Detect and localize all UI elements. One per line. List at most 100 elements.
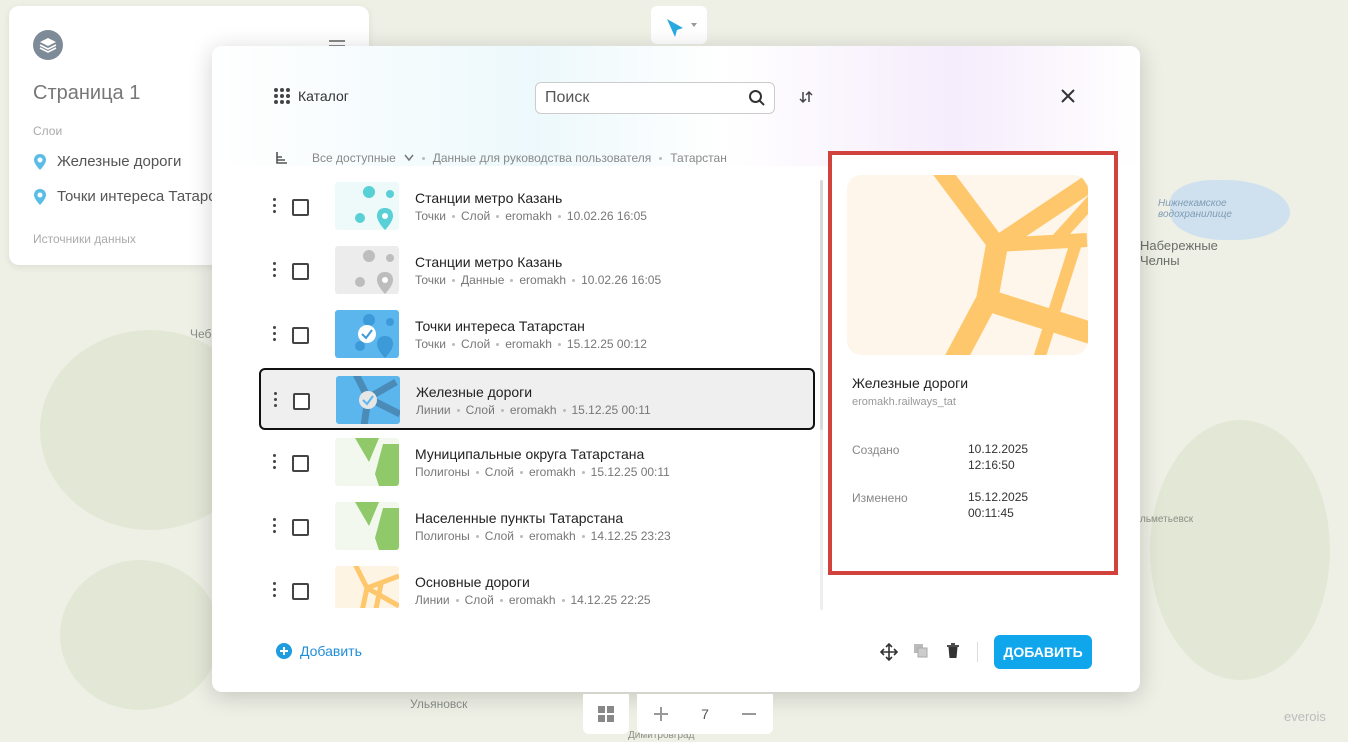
item-type: Точки [415, 337, 447, 351]
item-checkbox[interactable] [292, 263, 309, 280]
catalog-item[interactable]: Железные дороги Линии Слой eromakh 15.12.25 … [259, 368, 815, 430]
item-type: Линии [415, 593, 450, 607]
map-label-reservoir: Нижнекамское водохранилище [1158, 198, 1232, 220]
item-name: Основные дороги [415, 574, 530, 590]
search-input[interactable] [543, 88, 747, 108]
map-label-almetyevsk: льметьевск [1140, 514, 1194, 525]
created-value: 10.12.2025 12:16:50 [968, 441, 1028, 473]
catalog-list: Станции метро Казань Точки Слой eromakh 10.0… [258, 176, 818, 608]
created-label: Создано [852, 443, 900, 457]
search-icon[interactable] [748, 89, 766, 107]
item-owner: eromakh [509, 403, 557, 417]
more-vert-icon[interactable] [273, 454, 277, 472]
add-link-label: Добавить [300, 643, 362, 659]
item-kind: Слой [461, 209, 491, 223]
item-owner: eromakh [528, 529, 576, 543]
catalog-item[interactable]: Точки интереса Татарстан Точки Слой eromakh… [258, 304, 814, 366]
item-thumbnail [335, 566, 399, 608]
item-meta: Точки Слой eromakh 10.02.26 16:05 [415, 209, 647, 223]
item-kind: Слой [484, 529, 514, 543]
plus-circle-icon [276, 643, 292, 659]
created-time: 12:16:50 [968, 458, 1015, 472]
grid-icon [274, 88, 290, 104]
more-vert-icon[interactable] [273, 518, 277, 536]
catalog-title: Каталог [274, 88, 349, 104]
item-name: Станции метро Казань [415, 254, 563, 270]
move-icon[interactable] [880, 643, 898, 661]
item-date: 15.12.25 00:12 [566, 337, 647, 351]
more-vert-icon[interactable] [273, 326, 277, 344]
item-name: Станции метро Казань [415, 190, 563, 206]
more-vert-icon[interactable] [273, 262, 277, 280]
item-type: Полигоны [415, 465, 470, 479]
grid-squares-icon [598, 706, 614, 722]
item-owner: eromakh [505, 337, 552, 351]
catalog-item[interactable]: Населенные пункты Татарстана Полигоны Слой… [258, 496, 814, 558]
layers-icon [39, 38, 57, 53]
details-panel: Железные дороги eromakh.railways_tat Соз… [828, 151, 1118, 575]
zoom-level: 7 [701, 706, 709, 722]
add-link[interactable]: Добавить [276, 643, 362, 659]
more-vert-icon[interactable] [273, 582, 277, 600]
item-meta: Полигоны Слой eromakh 15.12.25 00:11 [415, 465, 670, 479]
catalog-modal: Каталог Все доступные Данные для руковод… [212, 46, 1140, 692]
modified-time: 00:11:45 [968, 506, 1014, 520]
basemap-button[interactable] [583, 694, 629, 734]
item-meta: Линии Слой eromakh 15.12.25 00:11 [416, 403, 651, 417]
item-thumbnail [335, 246, 399, 294]
list-scrollbar[interactable] [820, 180, 823, 610]
app-logo[interactable] [33, 30, 63, 60]
add-button[interactable]: ДОБАВИТЬ [994, 635, 1092, 669]
catalog-item[interactable]: Станции метро Казань Точки Слой eromakh 10.0… [258, 176, 814, 238]
more-vert-icon[interactable] [274, 392, 278, 410]
item-checkbox[interactable] [292, 455, 309, 472]
sort-icon[interactable] [799, 90, 813, 104]
chevron-down-icon[interactable] [404, 154, 414, 162]
modified-date: 15.12.2025 [968, 490, 1029, 504]
item-date: 14.12.25 23:23 [590, 529, 671, 543]
item-checkbox[interactable] [292, 519, 309, 536]
item-name: Железные дороги [416, 384, 533, 400]
item-type: Точки [415, 209, 447, 223]
details-name: Железные дороги [852, 375, 969, 391]
brand-watermark: everois [1284, 709, 1326, 724]
select-tool-button[interactable] [651, 6, 707, 44]
item-meta: Полигоны Слой eromakh 14.12.25 23:23 [415, 529, 671, 543]
item-checkbox[interactable] [292, 199, 309, 216]
modified-value: 15.12.2025 00:11:45 [968, 489, 1028, 521]
layer-item-label: Железные дороги [57, 153, 182, 170]
catalog-item[interactable]: Муниципальные округа Татарстана Полигоны С… [258, 432, 814, 494]
copy-icon[interactable] [913, 643, 929, 659]
breadcrumb: Все доступные Данные для руководства пол… [274, 150, 727, 166]
item-thumbnail [335, 182, 399, 230]
zoom-out-icon[interactable] [741, 706, 757, 722]
layer-item-railways[interactable]: Железные дороги [33, 153, 181, 170]
item-kind: Слой [484, 465, 514, 479]
catalog-item[interactable]: Основные дороги Линии Слой eromakh 14.12.25 … [258, 560, 814, 608]
item-checkbox[interactable] [292, 327, 309, 344]
catalog-title-text: Каталог [298, 88, 349, 104]
catalog-item[interactable]: Станции метро Казань Точки Данные eromakh 10… [258, 240, 814, 302]
item-type: Линии [416, 403, 451, 417]
item-kind: Данные [461, 273, 505, 287]
close-icon[interactable] [1060, 88, 1076, 104]
zoom-in-icon[interactable] [653, 706, 669, 722]
item-thumbnail [335, 502, 399, 550]
item-checkbox[interactable] [293, 393, 310, 410]
tree-icon[interactable] [274, 150, 290, 166]
breadcrumb-guide-data[interactable]: Данные для руководства пользователя [433, 151, 652, 165]
breadcrumb-all[interactable]: Все доступные [312, 151, 396, 165]
layer-item-poi[interactable]: Точки интереса Татарстан [33, 188, 239, 205]
breadcrumb-tatarstan[interactable]: Татарстан [670, 151, 727, 165]
map-label-ulyanovsk: Ульяновск [410, 697, 468, 711]
zoom-control: 7 [637, 694, 773, 734]
more-vert-icon[interactable] [273, 198, 277, 216]
item-thumbnail [335, 438, 399, 486]
item-checkbox[interactable] [292, 583, 309, 600]
map-pin-icon [34, 188, 46, 205]
item-name: Точки интереса Татарстан [415, 318, 585, 334]
item-date: 15.12.25 00:11 [571, 403, 651, 417]
trash-icon[interactable] [946, 643, 960, 659]
search-box[interactable] [535, 82, 775, 114]
item-kind: Слой [465, 403, 495, 417]
